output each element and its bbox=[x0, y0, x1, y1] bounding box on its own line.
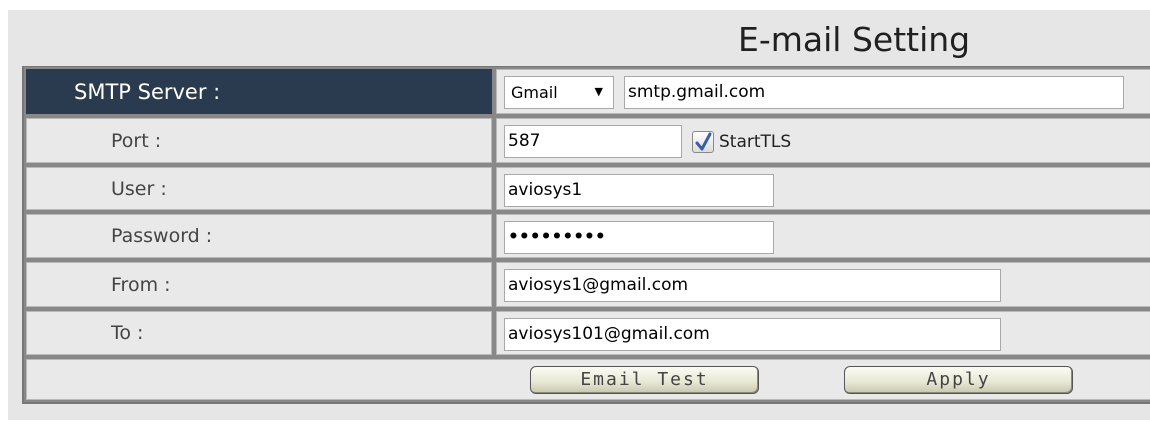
smtp-server-input[interactable]: smtp.gmail.com bbox=[624, 76, 1124, 109]
user-value-cell: aviosys1 bbox=[496, 167, 1150, 210]
starttls-checkbox[interactable] bbox=[692, 131, 714, 153]
checkmark-icon bbox=[695, 132, 712, 151]
smtp-provider-value: Gmail bbox=[511, 83, 558, 102]
password-row: Password : ••••••••• bbox=[24, 212, 1150, 260]
email-test-button[interactable]: Email Test bbox=[530, 366, 759, 394]
to-row: To : aviosys101@gmail.com bbox=[24, 309, 1150, 357]
buttons-row: Email Test Apply bbox=[24, 357, 1150, 402]
from-row: From : aviosys1@gmail.com bbox=[24, 260, 1150, 309]
password-value-cell: ••••••••• bbox=[496, 214, 1150, 258]
from-value-cell: aviosys1@gmail.com bbox=[496, 262, 1150, 307]
smtp-row: SMTP Server : Gmail ▼ smtp.gmail.com bbox=[24, 67, 1150, 116]
to-input[interactable]: aviosys101@gmail.com bbox=[504, 318, 1001, 351]
password-input[interactable]: ••••••••• bbox=[504, 221, 774, 254]
password-label: Password : bbox=[26, 214, 492, 258]
from-label: From : bbox=[26, 262, 492, 307]
email-settings-table: SMTP Server : Gmail ▼ smtp.gmail.com Por… bbox=[22, 66, 1150, 404]
buttons-cell: Email Test Apply bbox=[26, 359, 1150, 400]
user-input[interactable]: aviosys1 bbox=[504, 174, 774, 207]
chevron-down-icon: ▼ bbox=[594, 85, 603, 98]
port-value-cell: 587 StartTLS bbox=[496, 118, 1150, 163]
starttls-label: StartTLS bbox=[719, 132, 792, 152]
page-title: E-mail Setting bbox=[738, 20, 971, 59]
to-value-cell: aviosys101@gmail.com bbox=[496, 311, 1150, 355]
user-label: User : bbox=[26, 167, 492, 210]
smtp-value-cell: Gmail ▼ smtp.gmail.com bbox=[496, 69, 1150, 114]
apply-button[interactable]: Apply bbox=[844, 366, 1073, 394]
port-label: Port : bbox=[26, 118, 492, 163]
smtp-server-label: SMTP Server : bbox=[26, 69, 492, 114]
to-label: To : bbox=[26, 311, 492, 355]
port-row: Port : 587 StartTLS bbox=[24, 116, 1150, 165]
from-input[interactable]: aviosys1@gmail.com bbox=[504, 269, 1001, 302]
smtp-provider-select[interactable]: Gmail ▼ bbox=[504, 76, 614, 109]
user-row: User : aviosys1 bbox=[24, 165, 1150, 212]
port-input[interactable]: 587 bbox=[504, 125, 682, 158]
